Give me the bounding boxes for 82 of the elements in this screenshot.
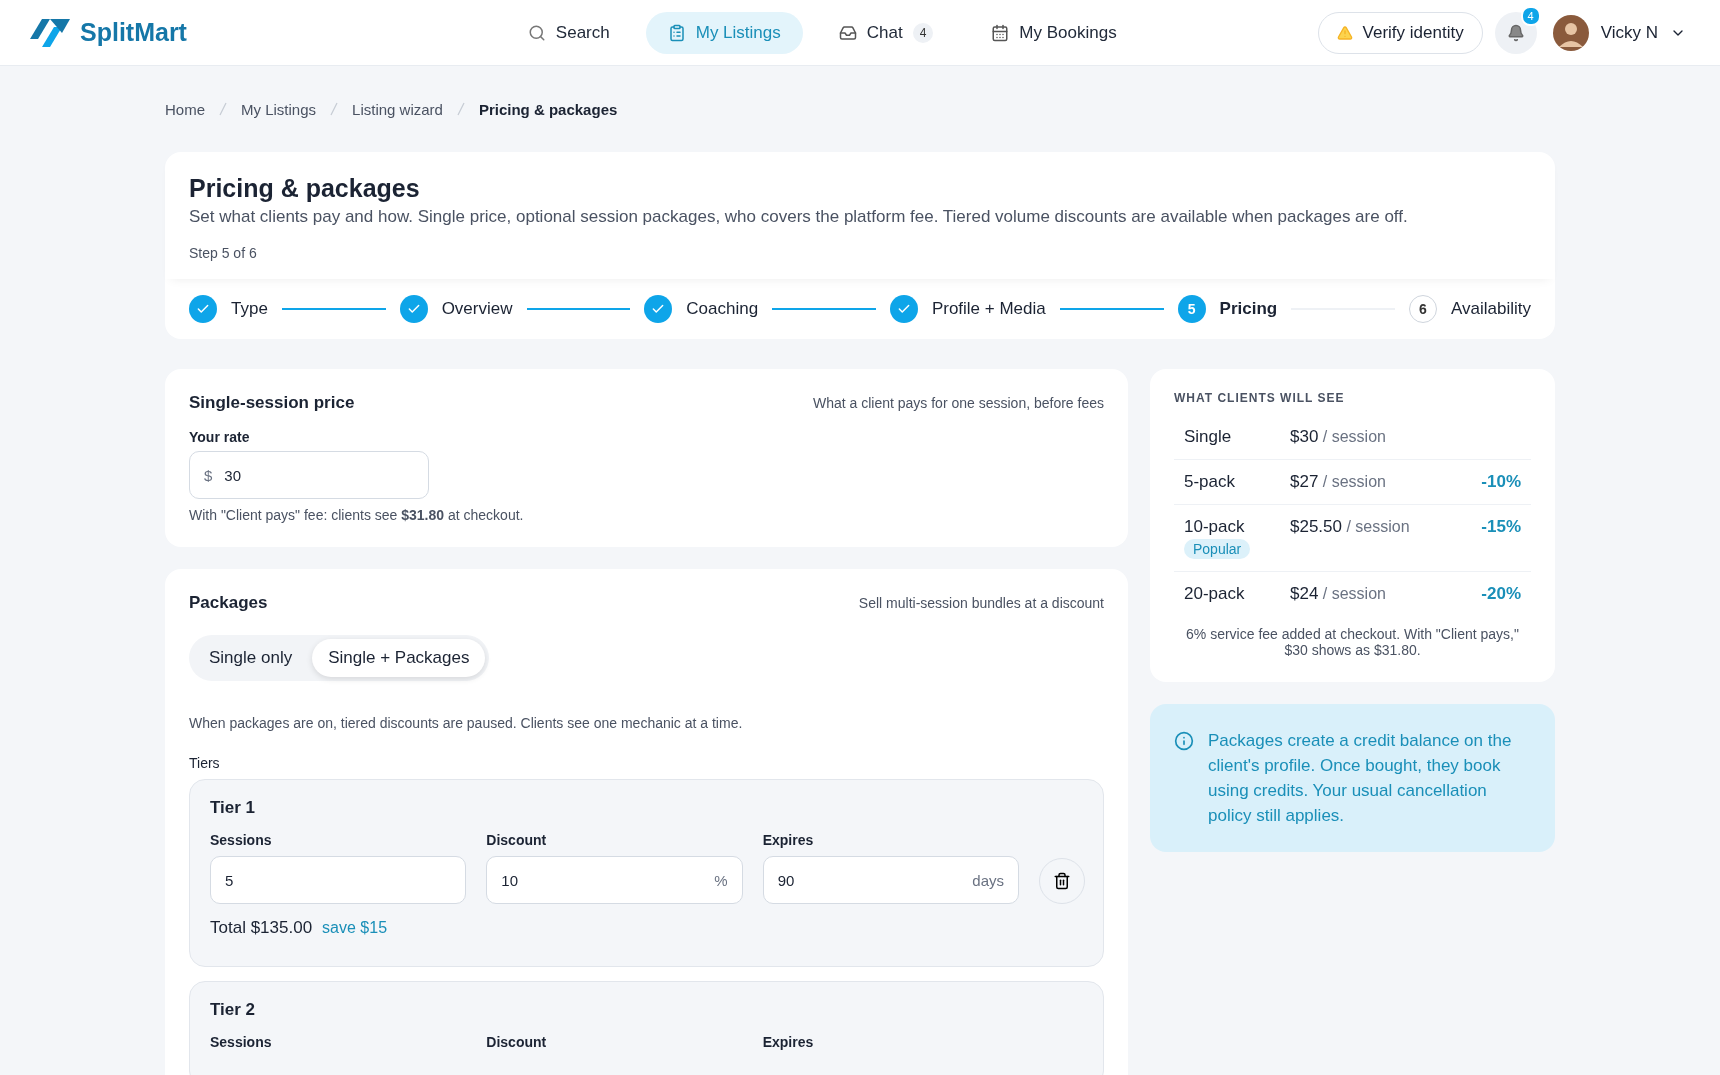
stepper-step[interactable]: Profile + Media bbox=[889, 295, 1046, 323]
step-marker: 5 bbox=[1177, 295, 1206, 323]
nav-link[interactable]: Search bbox=[505, 11, 632, 54]
sessions-field[interactable]: 5 bbox=[210, 856, 467, 904]
brand-name: SplitMart bbox=[80, 18, 187, 47]
step-marker: 6 bbox=[1408, 295, 1437, 323]
tier-savings: save $15 bbox=[322, 919, 388, 937]
packages-note: When packages are on, tiered discounts are paused. Clients see one mechanic at a time. bbox=[189, 715, 744, 731]
calendar-icon bbox=[991, 23, 1010, 42]
avatar bbox=[1552, 14, 1589, 51]
clipboard-icon bbox=[667, 23, 686, 42]
count-badge: 4 bbox=[912, 22, 934, 43]
page-subtitle: Set what clients pay and how. Single price, optional session packages, who covers the platform fee. Tiered volume discounts are available when packages are off. bbox=[189, 207, 1409, 227]
field-label: Expires bbox=[762, 1034, 815, 1050]
section-title: Single-session price bbox=[189, 393, 355, 413]
tier-title: Tier 2 bbox=[210, 1000, 257, 1020]
info-icon bbox=[1174, 731, 1194, 751]
breadcrumb-link[interactable]: Pricing & packages bbox=[478, 100, 618, 118]
section-title: Packages bbox=[189, 593, 268, 613]
segment-option[interactable]: Single + Packages bbox=[312, 639, 486, 677]
preview-title: WHAT CLIENTS WILL SEE bbox=[1174, 391, 1346, 405]
page-title: Pricing & packages bbox=[189, 174, 421, 203]
field-label: Discount bbox=[486, 1034, 548, 1050]
stepper-step[interactable]: 6 Availability bbox=[1408, 295, 1531, 323]
package-name: 20-pack bbox=[1184, 584, 1245, 603]
step-indicator: Step 5 of 6 bbox=[189, 245, 258, 261]
stepper-step[interactable]: Type bbox=[189, 295, 268, 323]
price-note: With "Client pays" fee: clients see $31.80 at checkout. bbox=[189, 507, 525, 523]
field-label: Your rate bbox=[189, 429, 251, 445]
inbox-icon bbox=[838, 23, 857, 42]
stepper-step[interactable]: Overview bbox=[399, 295, 513, 323]
stepper-step[interactable]: Coaching bbox=[644, 295, 759, 323]
unit-suffix: days bbox=[972, 871, 1004, 889]
check-icon bbox=[651, 302, 666, 316]
check-icon bbox=[196, 302, 210, 316]
breadcrumb-link[interactable]: Listing wizard bbox=[352, 100, 443, 118]
segment-option[interactable]: Single only bbox=[193, 639, 309, 677]
breadcrumb-link[interactable]: My Listings bbox=[241, 100, 317, 118]
trash-icon bbox=[1053, 872, 1071, 890]
breadcrumb-separator bbox=[219, 102, 227, 116]
package-name: 10-pack bbox=[1184, 517, 1245, 536]
check-icon bbox=[406, 302, 421, 316]
package-price: $27 / session bbox=[1290, 472, 1387, 492]
check-icon bbox=[896, 302, 911, 316]
breadcrumb-separator bbox=[456, 102, 465, 116]
section-hint: What a client pays for one session, before fees bbox=[812, 395, 1104, 411]
info-text: Packages create a credit balance on the client's profile. Once bought, they book using credits. Your usual cancellation policy still applies. bbox=[1208, 730, 1513, 827]
package-name: 5-pack bbox=[1184, 472, 1236, 491]
package-price: $30 / session bbox=[1290, 427, 1387, 447]
nav-link[interactable]: My Bookings bbox=[969, 11, 1139, 54]
search-icon bbox=[527, 23, 546, 42]
fee-note: 6% service fee added at checkout. With "Client pays," $30 shows as $31.80. bbox=[1185, 626, 1520, 658]
notification-count: 4 bbox=[1520, 5, 1541, 26]
stepper-step[interactable]: 5 Pricing bbox=[1177, 295, 1278, 323]
field-label: Tiers bbox=[189, 755, 221, 771]
discount-value: -10% bbox=[1481, 472, 1521, 492]
tier-total: Total $135.00 bbox=[210, 918, 313, 938]
rate-field[interactable]: $ 30 bbox=[189, 451, 429, 499]
bell-icon bbox=[1506, 23, 1525, 42]
field-label: Expires bbox=[762, 832, 815, 848]
unit-suffix: % bbox=[714, 871, 728, 889]
breadcrumb-link[interactable]: Home bbox=[165, 100, 205, 118]
user-menu[interactable]: Vicky N bbox=[1546, 13, 1692, 52]
breadcrumb-separator bbox=[330, 102, 339, 116]
discount-value: -15% bbox=[1481, 517, 1521, 538]
field-label: Discount bbox=[486, 832, 548, 848]
package-name: Single bbox=[1184, 427, 1232, 446]
expires-field[interactable]: 90 days bbox=[762, 856, 1019, 904]
section-hint: Sell multi-session bundles at a discount bbox=[858, 595, 1104, 611]
tier-title: Tier 1 bbox=[210, 798, 257, 818]
package-price: $24 / session bbox=[1290, 584, 1387, 604]
verify-identity-button[interactable]: Verify identity bbox=[1317, 11, 1483, 54]
package-price: $25.50 / session bbox=[1290, 517, 1411, 538]
delete-button[interactable] bbox=[1039, 858, 1085, 904]
field-label: Sessions bbox=[210, 1034, 273, 1050]
popular-badge: Popular bbox=[1184, 539, 1251, 559]
nav-link[interactable]: Chat 4 bbox=[816, 11, 956, 54]
field-label: Sessions bbox=[210, 832, 273, 848]
discount-field[interactable]: 10 % bbox=[486, 856, 743, 904]
currency-prefix: $ bbox=[204, 466, 213, 484]
discount-value: -20% bbox=[1481, 584, 1521, 604]
warning-icon bbox=[1336, 24, 1353, 41]
